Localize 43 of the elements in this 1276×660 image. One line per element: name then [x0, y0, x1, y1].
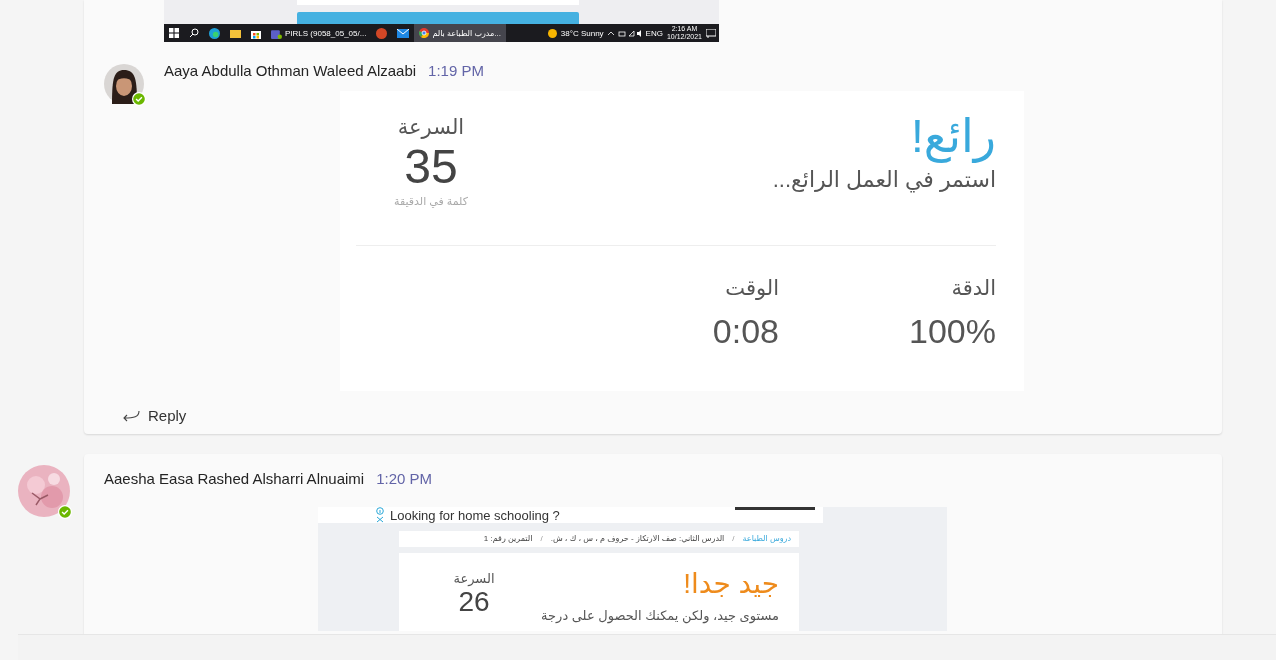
breadcrumb-item: التمرين رقم: 1 — [483, 534, 533, 544]
taskbar-app[interactable]: PIRLS (9058_05_05/... — [266, 24, 372, 42]
breadcrumb-item: الدرس الثاني: صف الارتكاز - حروف م ، س ، ك ، ش. — [550, 534, 725, 544]
breadcrumb-separator: / — [540, 534, 543, 544]
weather-text: 38°C Sunny — [560, 28, 604, 38]
speed-value: 35 — [404, 139, 458, 195]
windows-icon — [169, 28, 179, 38]
speed-value: 26 — [458, 585, 490, 618]
tray-icons-drawing — [607, 29, 642, 37]
result-headline: رائع! — [910, 109, 996, 163]
breadcrumb-separator: / — [732, 534, 735, 544]
reply-icon — [122, 409, 140, 422]
mail-icon — [397, 28, 410, 38]
browser-icon — [419, 28, 430, 38]
ad-headline: Looking for home schooling ? — [390, 507, 560, 523]
result-message: مستوى جيد، ولكن يمكنك الحصول على درجة — [541, 607, 779, 623]
message-time: 1:19 PM — [428, 62, 484, 79]
taskbar-app[interactable]: مدرب الطباعة بالم... — [414, 24, 506, 42]
accuracy-label: الدقة — [951, 276, 996, 300]
search-icon — [189, 28, 199, 38]
result-headline: جيد جدا! — [683, 566, 779, 600]
author-name[interactable]: Aaesha Easa Rashed Alsharri Alnuaimi — [104, 470, 365, 487]
slides-icon — [376, 27, 388, 39]
taskbar-app-label: PIRLS (9058_05_05/... — [285, 28, 367, 38]
author-name[interactable]: Aaya Abdulla Othman Waleed Alzaabi — [164, 62, 417, 79]
accuracy-value: 100% — [909, 312, 996, 351]
speed-unit: كلمة في الدقيقة — [394, 195, 468, 208]
taskbar-app-label: مدرب الطباعة بالم... — [432, 28, 501, 38]
time-value: 0:08 — [712, 312, 780, 351]
sun-icon — [547, 28, 557, 38]
folder-icon — [230, 28, 241, 38]
language-indicator[interactable]: ENG — [645, 28, 663, 38]
ad-info-icon — [376, 507, 384, 523]
speed-label: السرعة — [397, 115, 465, 139]
message-time: 1:20 PM — [376, 470, 433, 487]
time-label: الوقت — [725, 276, 780, 300]
browser-icon — [209, 27, 220, 39]
speed-label: السرعة — [453, 570, 495, 586]
result-message: استمر في العمل الرائع... — [772, 167, 996, 193]
teams-icon — [271, 27, 282, 39]
reply-button[interactable]: Reply — [122, 391, 187, 434]
notification-icon[interactable] — [706, 28, 716, 38]
avatar[interactable] — [104, 64, 144, 104]
